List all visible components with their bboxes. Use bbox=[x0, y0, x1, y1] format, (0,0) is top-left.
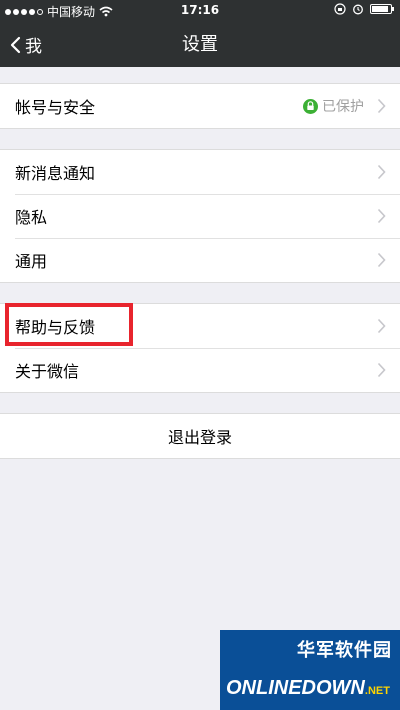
logout-button[interactable]: 退出登录 bbox=[0, 414, 400, 458]
watermark-logo: 华军软件园 ONLINEDOWN.NET bbox=[220, 630, 400, 710]
lock-rotation-icon bbox=[334, 3, 346, 15]
highlight-annotation bbox=[5, 303, 133, 346]
chevron-right-icon bbox=[377, 362, 386, 378]
chevron-right-icon bbox=[377, 318, 386, 334]
about-wechat-item[interactable]: 关于微信 bbox=[0, 348, 400, 392]
battery-icon bbox=[370, 4, 394, 14]
protection-status-label: 已保护 bbox=[322, 99, 364, 115]
settings-item-label: 关于微信 bbox=[15, 362, 80, 381]
new-message-notification-item[interactable]: 新消息通知 bbox=[0, 150, 400, 194]
account-security-item[interactable]: 帐号与安全 已保护 bbox=[0, 84, 400, 128]
lock-icon bbox=[303, 98, 318, 114]
settings-item-label: 通用 bbox=[15, 252, 48, 271]
protection-status: 已保护 bbox=[303, 84, 364, 128]
settings-group-general: 新消息通知 隐私 通用 bbox=[0, 149, 400, 283]
alarm-icon bbox=[353, 4, 363, 15]
chevron-right-icon bbox=[377, 208, 386, 224]
account-security-label: 帐号与安全 bbox=[15, 98, 96, 117]
settings-item-label: 隐私 bbox=[15, 208, 48, 227]
battery-fill bbox=[372, 6, 388, 12]
chevron-right-icon bbox=[377, 98, 386, 114]
watermark-cn: 华军软件园 bbox=[297, 640, 392, 661]
watermark-en: ONLINEDOWN.NET bbox=[226, 677, 390, 700]
logout-label: 退出登录 bbox=[167, 428, 232, 447]
watermark-en-text: ONLINEDOWN bbox=[226, 677, 365, 699]
general-item[interactable]: 通用 bbox=[0, 238, 400, 282]
account-group: 帐号与安全 已保护 bbox=[0, 83, 400, 129]
status-right bbox=[334, 3, 394, 15]
status-bar: 中国移动 17:16 bbox=[0, 0, 400, 22]
watermark-suffix: .NET bbox=[364, 685, 390, 697]
logout-group: 退出登录 bbox=[0, 413, 400, 459]
chevron-right-icon bbox=[377, 252, 386, 268]
chevron-right-icon bbox=[377, 164, 386, 180]
settings-item-label: 新消息通知 bbox=[15, 164, 96, 183]
page-title: 设置 bbox=[182, 34, 218, 55]
privacy-item[interactable]: 隐私 bbox=[0, 194, 400, 238]
nav-bar: 我 设置 bbox=[0, 22, 400, 67]
